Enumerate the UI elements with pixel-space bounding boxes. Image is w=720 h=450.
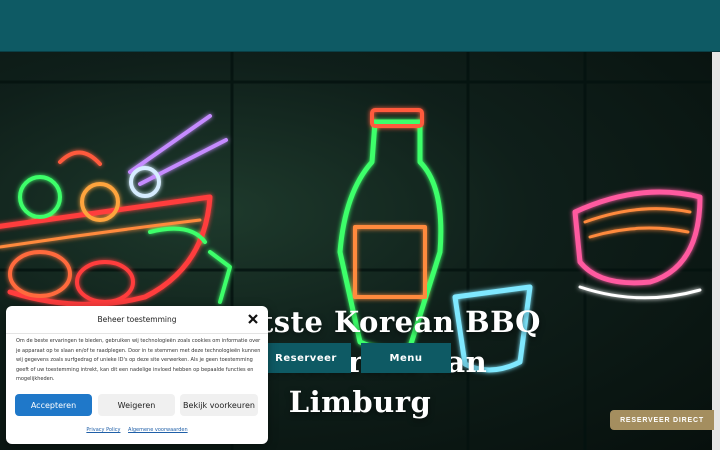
menu-button[interactable]: Menu — [361, 343, 451, 373]
cookie-dialog-divider — [6, 333, 268, 334]
close-icon[interactable] — [246, 312, 260, 326]
page-scrollbar[interactable] — [712, 52, 720, 450]
reserveer-direct-button[interactable]: RESERVEER DIRECT — [610, 410, 714, 430]
cookie-dialog-title: Beheer toestemming — [97, 315, 177, 324]
site-header — [0, 0, 720, 51]
accept-cookies-button[interactable]: Accepteren — [15, 394, 92, 416]
cookie-dialog-links: Privacy Policy Algemene voorwaarden — [6, 427, 268, 433]
privacy-policy-link[interactable]: Privacy Policy — [86, 427, 120, 433]
reject-cookies-button[interactable]: Weigeren — [98, 394, 175, 416]
view-preferences-button[interactable]: Bekijk voorkeuren — [180, 394, 258, 416]
cookie-consent-dialog: Beheer toestemming Om de beste ervaringe… — [6, 306, 268, 444]
reserveer-button[interactable]: Reserveer — [261, 343, 351, 373]
terms-link[interactable]: Algemene voorwaarden — [128, 427, 188, 433]
cookie-dialog-text: Om de beste ervaringen te bieden, gebrui… — [16, 338, 261, 383]
